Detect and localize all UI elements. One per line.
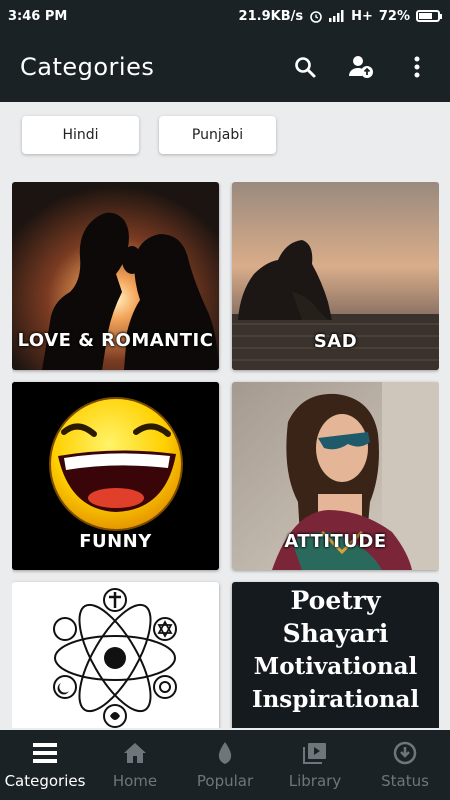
status-time: 3:46 PM [8,8,68,24]
category-label-attitude: ATTITUDE [284,531,387,552]
battery-icon [416,10,442,22]
chip-hindi[interactable]: Hindi [22,116,139,154]
nav-label-status: Status [381,771,429,790]
bottom-navigation: Categories Home Popular Library Status [0,730,450,800]
signal-icon [329,10,344,22]
download-icon [393,741,417,765]
poetry-line-1: Poetry [290,586,381,615]
language-chips: Hindi Punjabi [22,116,276,154]
category-card-love-romantic[interactable]: LOVE & ROMANTIC [12,182,219,370]
category-label-sad: SAD [313,331,358,352]
category-label-funny: FUNNY [79,531,152,552]
poetry-line-2: Shayari [282,619,389,648]
categories-icon [33,741,57,765]
poetry-line-4: Inspirational [251,686,420,713]
network-speed: 21.9KB/s [238,8,304,24]
nav-home[interactable]: Home [90,730,180,800]
status-bar: 3:46 PM 21.9KB/s H+ 72% [0,0,450,32]
nav-library[interactable]: Library [270,730,360,800]
more-vert-icon [414,56,420,78]
nav-label-categories: Categories [4,771,86,790]
religion-symbols-image [12,582,219,728]
alarm-icon [310,11,322,23]
search-icon [295,57,316,78]
network-type: H+ [351,8,373,24]
nav-categories[interactable]: Categories [0,730,90,800]
status-indicators: 21.9KB/s H+ 72% [238,8,442,24]
flame-icon [213,741,237,765]
category-card-sad[interactable]: SAD [232,182,439,370]
more-options-button[interactable] [404,54,430,80]
category-card-funny[interactable]: FUNNY [12,382,219,570]
category-card-religion[interactable] [12,582,219,728]
category-card-attitude[interactable]: ATTITUDE [232,382,439,570]
category-grid: LOVE & ROMANTIC SAD FUNNY ATTITUDE Poetr… [12,182,439,728]
poetry-text-block: Poetry Shayari Motivational Inspirationa… [232,584,439,716]
home-icon [123,741,147,765]
page-title: Categories [20,53,155,81]
nav-popular[interactable]: Popular [180,730,270,800]
account-upload-button[interactable] [348,54,374,80]
library-icon [303,741,327,765]
search-button[interactable] [292,54,318,80]
nav-label-home: Home [112,771,158,790]
category-label-love-romantic: LOVE & ROMANTIC [17,330,214,351]
nav-status[interactable]: Status [360,730,450,800]
chip-punjabi[interactable]: Punjabi [159,116,276,154]
account-upload-icon [349,56,373,78]
nav-label-popular: Popular [196,771,254,790]
battery-percent: 72% [378,8,410,24]
poetry-line-3: Motivational [253,653,418,680]
app-bar: Categories [0,32,450,102]
category-card-poetry-shayari[interactable]: Poetry Shayari Motivational Inspirationa… [232,582,439,728]
nav-label-library: Library [288,771,342,790]
